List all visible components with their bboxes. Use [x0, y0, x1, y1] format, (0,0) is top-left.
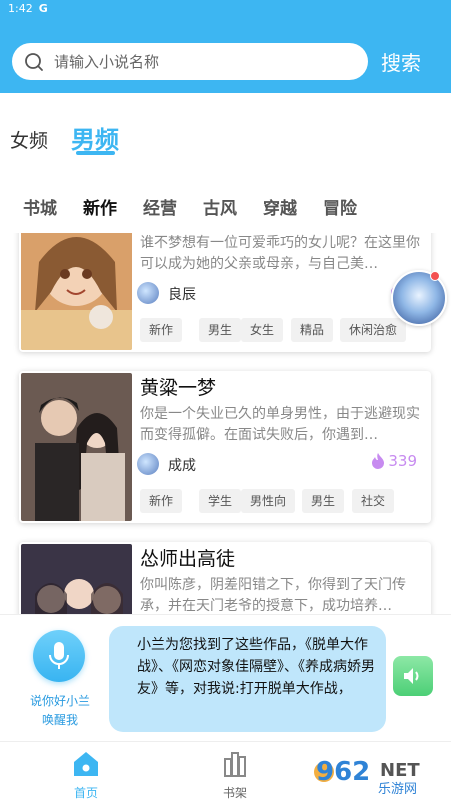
- book-description: 谁不梦想有一位可爱乖巧的女儿呢？在这里你可以成为她的父亲或母亲，与自己美…: [140, 235, 420, 272]
- status-indicator: G: [38, 2, 48, 15]
- category-tab-ancient[interactable]: 古风: [203, 194, 237, 219]
- nav-home[interactable]: 首页: [56, 750, 116, 801]
- book-tag[interactable]: 女生: [241, 318, 284, 342]
- tab-female[interactable]: 女频: [10, 126, 48, 153]
- voice-wake-hint: 说你好小兰唤醒我: [30, 694, 91, 727]
- fire-icon: [372, 453, 385, 469]
- site-watermark-logo: 962 NET 乐游网: [314, 757, 420, 796]
- book-list[interactable]: 谁不梦想有一位可爱乖巧的女儿呢？在这里你可以成为她的父亲或母亲，与自己美… 良辰…: [0, 233, 451, 625]
- book-tag[interactable]: 社交: [352, 489, 395, 513]
- book-tag[interactable]: 新作: [140, 318, 183, 342]
- book-tag[interactable]: 休闲治愈: [340, 318, 407, 342]
- book-description: 你是一个失业已久的单身男性，由于逃避现实而变得孤僻。在面试失败后，你遇到…: [140, 406, 420, 443]
- search-input[interactable]: 请输入小说名称: [12, 43, 368, 80]
- notification-dot: [430, 271, 440, 281]
- tab-male[interactable]: 男频: [71, 120, 119, 155]
- author-avatar: [137, 453, 159, 475]
- speaker-button[interactable]: [393, 656, 433, 696]
- header-bar: 1:42 G 请输入小说名称 搜索: [0, 0, 451, 93]
- category-tab-bookstore[interactable]: 书城: [23, 194, 57, 219]
- category-tab-time-travel[interactable]: 穿越: [263, 194, 297, 219]
- book-cover-image: [21, 373, 132, 521]
- category-tab-new[interactable]: 新作: [83, 194, 117, 219]
- nav-home-label: 首页: [73, 786, 98, 800]
- book-card[interactable]: 黄粱一梦 你是一个失业已久的单身男性，由于逃避现实而变得孤僻。在面试失败后，你遇…: [19, 371, 431, 523]
- book-tag[interactable]: 精品: [291, 318, 334, 342]
- book-tag[interactable]: 新作: [140, 489, 183, 513]
- category-tab-adventure[interactable]: 冒险: [323, 194, 357, 219]
- book-card[interactable]: 怂师出高徒 你叫陈彦，阴差阳错之下，你得到了天门传承，并在天门老爷的授意下，成功…: [19, 542, 431, 625]
- status-time: 1:42: [8, 2, 33, 15]
- bookshelf-icon: [224, 752, 246, 777]
- microphone-icon: [49, 642, 69, 669]
- author-name: 成成: [168, 458, 196, 474]
- speaker-icon: [404, 668, 419, 684]
- active-tab-indicator: [76, 151, 115, 155]
- category-tab-management[interactable]: 经营: [143, 194, 177, 219]
- search-placeholder: 请输入小说名称: [54, 53, 160, 71]
- search-button[interactable]: 搜索: [381, 47, 421, 76]
- book-tag[interactable]: 男生: [302, 489, 345, 513]
- nav-bookshelf[interactable]: 书架: [205, 750, 265, 801]
- home-icon: [74, 752, 98, 776]
- book-title: 怂师出高徒: [140, 548, 236, 570]
- author-name: 良辰: [168, 287, 196, 303]
- watermark-site-name: 乐游网: [378, 782, 417, 796]
- assistant-reply-bubble: 小兰为您找到了这些作品，《脱单大作战》、《网恋对象佳隔壁》、《养成病娇男友》等，…: [109, 626, 386, 732]
- author-avatar: [137, 282, 159, 304]
- book-description: 你叫陈彦，阴差阳错之下，你得到了天门传承，并在天门老爷的授意下，成功培养…: [140, 577, 406, 614]
- book-cover-image: [21, 233, 132, 350]
- book-cover-image: [21, 544, 132, 625]
- book-tag[interactable]: 学生: [199, 489, 242, 513]
- status-bar: 1:42 G: [8, 2, 48, 15]
- watermark-number: 962: [316, 757, 370, 787]
- book-tag[interactable]: 男生: [199, 318, 242, 342]
- microphone-button[interactable]: [33, 630, 85, 682]
- book-card[interactable]: 谁不梦想有一位可爱乖巧的女儿呢？在这里你可以成为她的父亲或母亲，与自己美… 良辰…: [19, 233, 431, 352]
- book-title: 黄粱一梦: [140, 377, 217, 399]
- heat-count: 339: [370, 452, 417, 470]
- nav-bookshelf-label: 书架: [222, 786, 247, 800]
- book-tag[interactable]: 男性向: [241, 489, 296, 513]
- search-icon: [25, 52, 43, 71]
- heat-value: 339: [388, 452, 417, 470]
- watermark-suffix: NET: [380, 760, 420, 781]
